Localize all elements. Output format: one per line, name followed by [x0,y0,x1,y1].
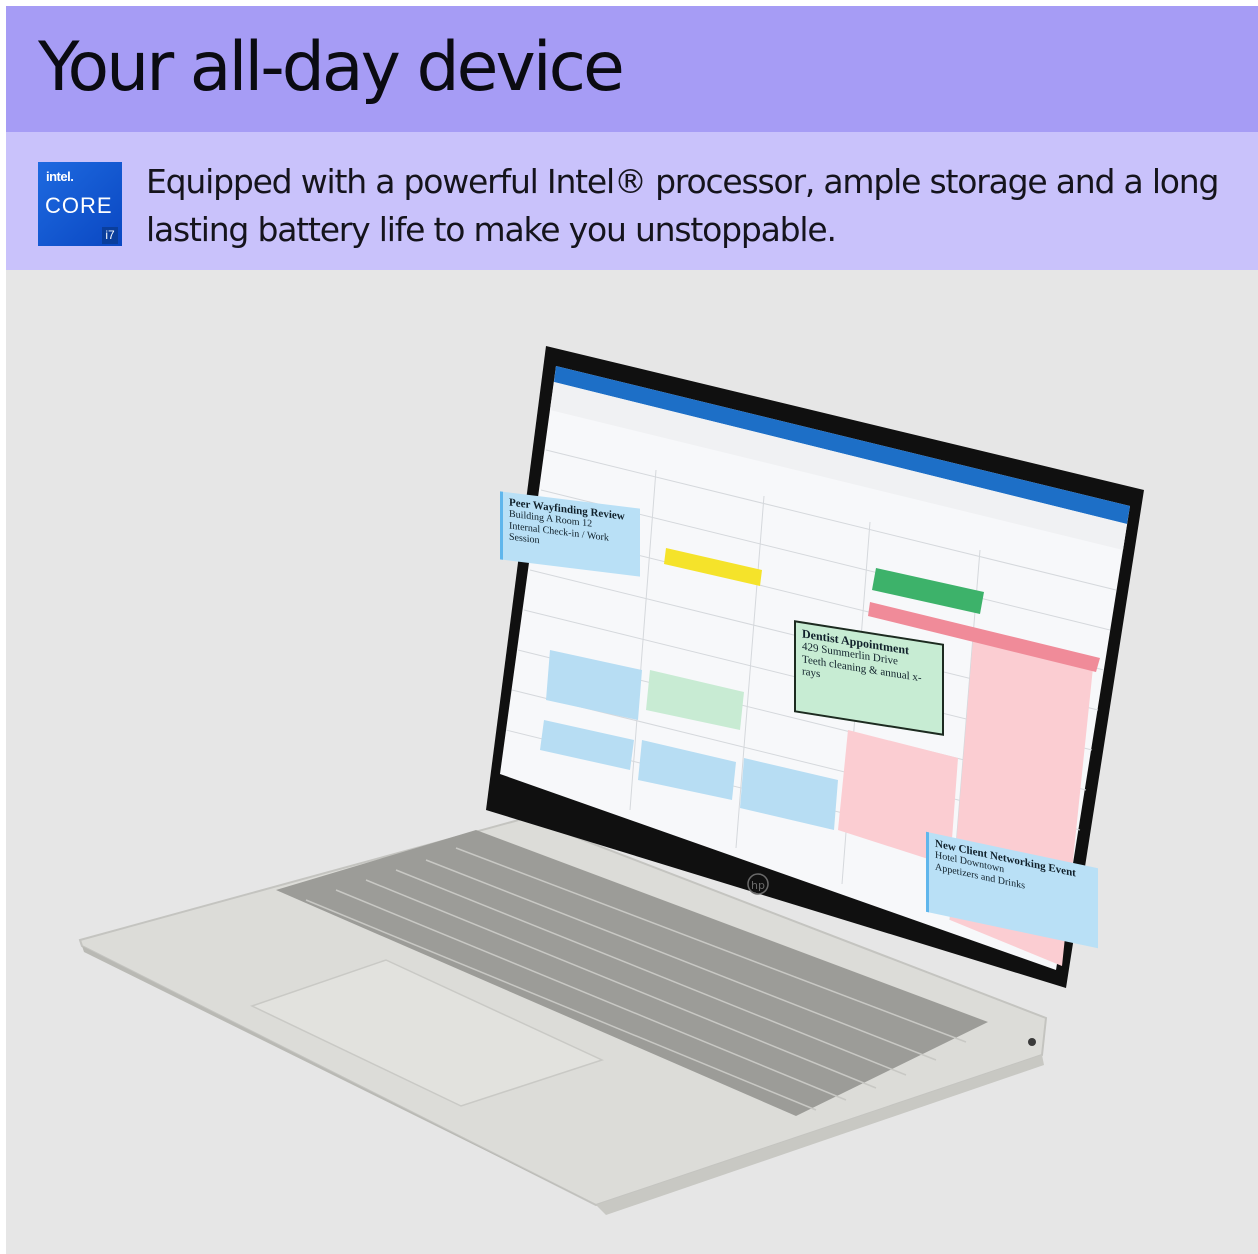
audio-jack [1028,1038,1036,1046]
hp-logo-text: hp [751,879,765,892]
description-band: intel. CORE i7 Equipped with a powerful … [6,132,1258,270]
intel-core-i7-logo: intel. CORE i7 [38,162,122,246]
intel-tier: i7 [102,227,118,244]
intel-brand: intel. [46,169,74,184]
laptop-stage: hp Peer Wayfinding Review Building A Roo… [6,270,1258,1254]
page-title: Your all-day device [38,28,625,107]
feature-description: Equipped with a powerful Intel® processo… [146,162,1219,249]
title-band: Your all-day device [6,6,1258,132]
intel-core-label: CORE [45,193,113,218]
laptop-illustration: hp [78,346,1144,1215]
product-banner: Your all-day device intel. CORE i7 Equip… [6,6,1258,1254]
